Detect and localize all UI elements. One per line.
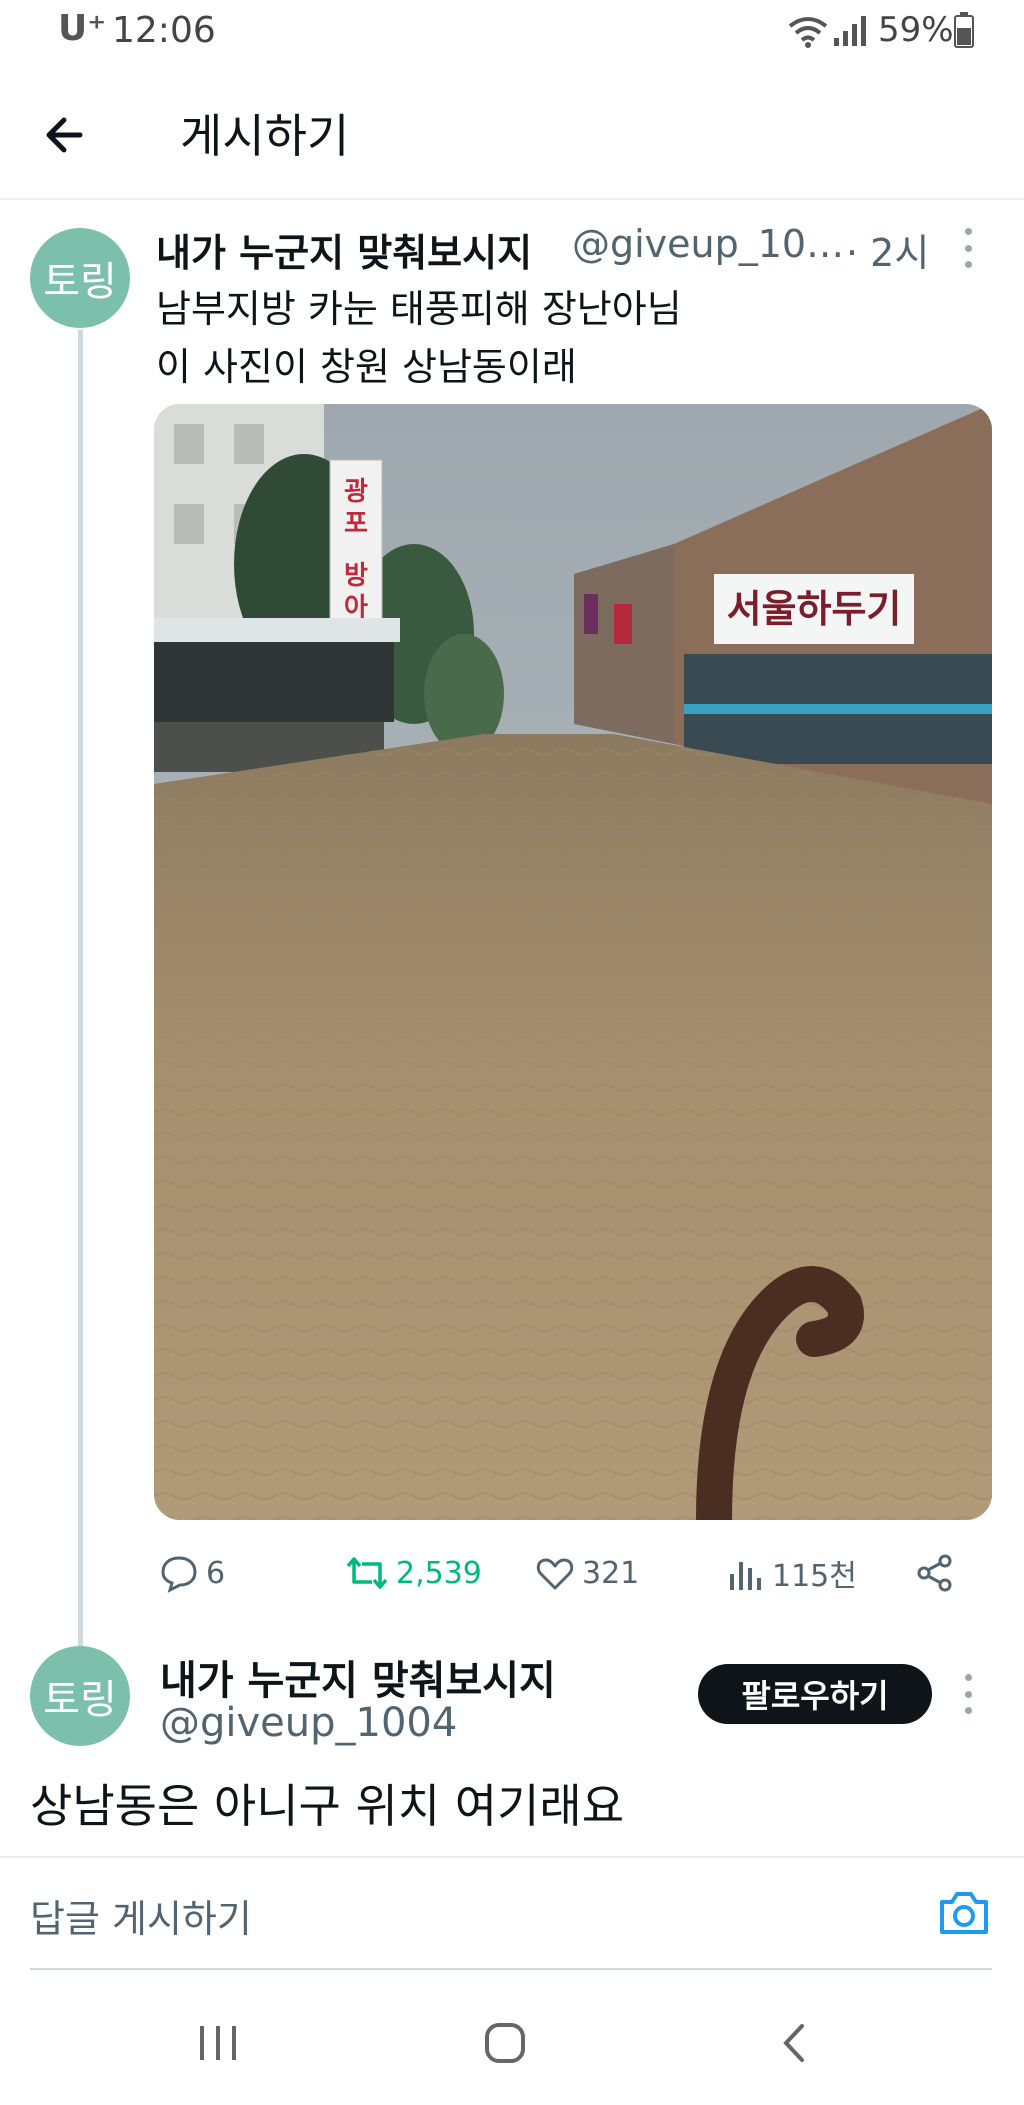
- like-action[interactable]: 321: [534, 1550, 639, 1596]
- status-time: 12:06: [112, 10, 216, 51]
- tweet-text: 상남동은 아니구 위치 여기래요: [30, 1779, 625, 1833]
- author-display-name[interactable]: 내가 누군지 맞춰보시지: [160, 1648, 556, 1706]
- thread-connector-line: [78, 330, 83, 1650]
- avatar[interactable]: 토링: [30, 228, 130, 328]
- svg-text:방: 방: [344, 561, 368, 591]
- analytics-icon: [730, 1562, 761, 1590]
- svg-text:서울하두기: 서울하두기: [727, 587, 902, 631]
- reply-action[interactable]: 6: [158, 1550, 225, 1596]
- camera-icon: [940, 1892, 988, 1934]
- battery-percent: 59%: [878, 10, 954, 50]
- wifi-icon: [788, 17, 828, 48]
- page-title: 게시하기: [180, 109, 350, 163]
- svg-text:포: 포: [344, 509, 368, 539]
- divider: [30, 1968, 992, 1970]
- signal-icon: [834, 16, 866, 46]
- more-options-icon[interactable]: [958, 1674, 978, 1714]
- flooded-street-image: 광 포 방 아 서울하두기: [154, 404, 992, 1520]
- author-handle[interactable]: @giveup_10…: [572, 222, 844, 266]
- retweet-action[interactable]: 2,539: [344, 1550, 482, 1596]
- reply-input-placeholder[interactable]: 답글 게시하기: [30, 1888, 252, 1943]
- like-count: 321: [582, 1555, 640, 1591]
- svg-text:광: 광: [344, 477, 368, 507]
- retweet-icon: [346, 1557, 388, 1589]
- battery-icon: [954, 12, 974, 48]
- back-button[interactable]: [36, 102, 102, 168]
- tweet-text-line: 이 사진이 창원 상남동이래: [156, 345, 577, 389]
- share-icon: [917, 1554, 952, 1592]
- views-action[interactable]: 115천: [726, 1550, 857, 1596]
- avatar[interactable]: 토링: [30, 1646, 130, 1746]
- reply-composer[interactable]: 답글 게시하기: [0, 1856, 1024, 1970]
- retweet-count: 2,539: [396, 1555, 482, 1591]
- tweet-text-line: 남부지방 카눈 태풍피해 장난아님: [156, 287, 682, 331]
- status-bar: U⁺ 12:06 59%: [0, 0, 1024, 66]
- arrow-left-icon: [46, 117, 83, 153]
- recent-apps-icon[interactable]: [196, 2022, 242, 2064]
- author-display-name[interactable]: 내가 누군지 맞춰보시지: [156, 222, 532, 277]
- back-icon[interactable]: [774, 2020, 814, 2066]
- share-action[interactable]: [914, 1550, 962, 1596]
- tweet-text: 남부지방 카눈 태풍피해 장난아님 이 사진이 창원 상남동이래: [156, 280, 976, 396]
- top-app-bar: 게시하기: [0, 66, 1024, 200]
- tweet-photo[interactable]: 광 포 방 아 서울하두기: [154, 404, 992, 1520]
- system-navigation-bar: [0, 1990, 1024, 2105]
- follow-button[interactable]: 팔로우하기: [698, 1664, 932, 1724]
- heart-icon: [536, 1558, 574, 1590]
- view-count: 115천: [772, 1559, 857, 1594]
- tweet-timestamp[interactable]: · 2시: [846, 222, 929, 277]
- reply-count: 6: [206, 1555, 226, 1591]
- camera-button[interactable]: [936, 1888, 992, 1938]
- comment-icon: [161, 1556, 197, 1593]
- home-icon[interactable]: [482, 2020, 528, 2066]
- carrier-label: U⁺: [58, 8, 107, 49]
- more-options-icon[interactable]: [958, 228, 978, 268]
- avatar-text: 토링: [43, 259, 117, 305]
- author-handle[interactable]: @giveup_1004: [160, 1700, 457, 1746]
- avatar-text: 토링: [43, 1677, 117, 1723]
